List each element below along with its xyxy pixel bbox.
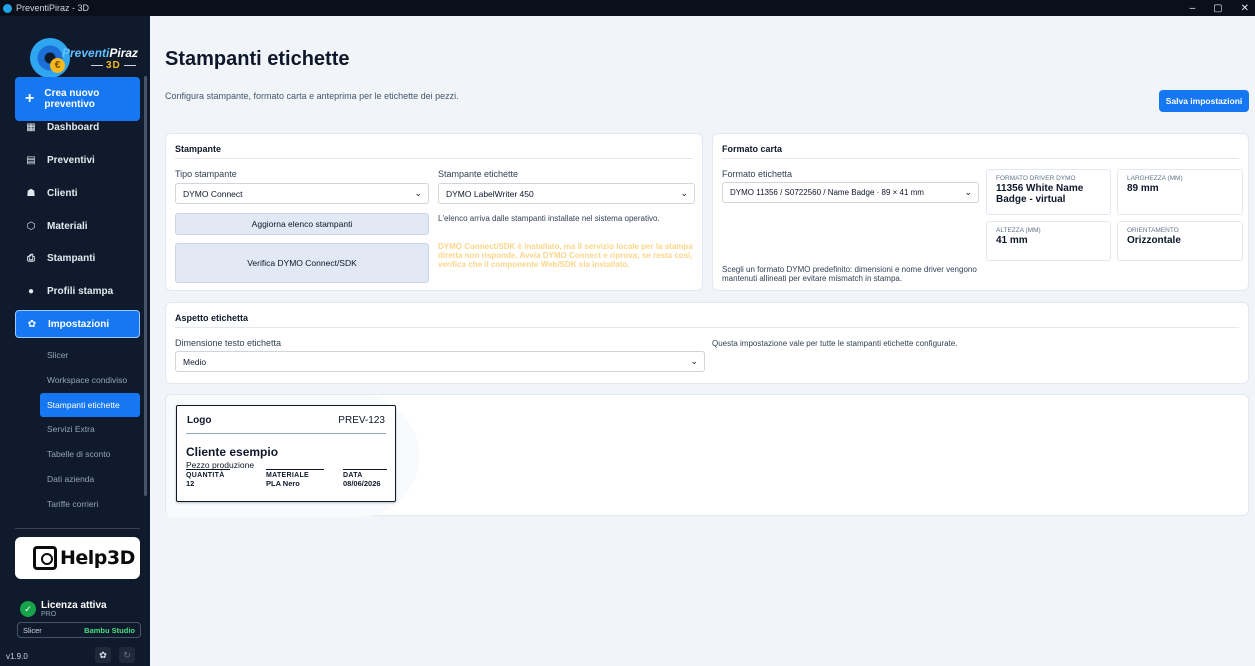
dashboard-icon: ▦ [26,121,36,133]
chevron-down-icon: ⌄ [414,188,422,198]
paper-format-card: Formato carta Formato etichetta DYMO 113… [712,133,1249,291]
sidebar-scrollbar[interactable] [144,76,147,496]
license-status: ✓ Licenza attiva PRO [20,596,145,622]
coin-icon: € [50,58,65,73]
label-format-label: Formato etichetta [722,169,793,179]
printer-card: Stampante Tipo stampante DYMO Connect ⌄ … [165,133,703,291]
window-title: PreventiPiraz - 3D [16,3,90,13]
settings-submenu: Slicer Workspace condiviso Stampanti eti… [40,343,140,517]
page-title: Stampanti etichette [165,48,350,70]
maximize-icon[interactable]: ▢ [1213,3,1222,14]
license-title: Licenza attiva [41,599,107,611]
label-appearance-card: Aspetto etichetta Dimensione testo etich… [165,302,1249,384]
preview-divider [186,433,386,434]
subitem-servizi-extra[interactable]: Servizi Extra [40,417,140,441]
paper-card-title: Formato carta [722,144,783,154]
help3d-button[interactable]: Help3D [15,537,140,579]
version-label: v1.9.0 [6,652,28,661]
subitem-tariffe-corrieri[interactable]: Tariffe corrieri [40,492,140,516]
preview-logo: Logo [187,415,212,426]
preview-date: DATA 08/06/2026 [343,469,387,488]
refresh-icon[interactable]: ↻ [119,647,135,663]
text-size-label: Dimensione testo etichetta [175,338,282,348]
chevron-down-icon: ⌄ [964,187,972,197]
sidebar-item-dashboard[interactable]: ▦ Dashboard [15,113,140,141]
subitem-slicer[interactable]: Slicer [40,343,140,367]
document-icon: ▤ [26,154,36,166]
sidebar-item-stampanti[interactable]: ⎙ Stampanti [15,244,140,272]
card-divider [175,158,693,159]
subitem-tabelle-sconto[interactable]: Tabelle di sconto [40,442,140,466]
subitem-workspace[interactable]: Workspace condiviso [40,368,140,392]
text-size-select[interactable]: Medio ⌄ [175,351,705,372]
printer-type-label: Tipo stampante [175,169,237,179]
save-settings-button[interactable]: Salva impostazioni [1159,90,1249,112]
slicer-indicator: Slicer Bambu Studio [17,622,141,638]
subitem-dati-azienda[interactable]: Dati azienda [40,467,140,491]
preview-material: MATERIALE PLA Nero [266,469,324,488]
preview-qty: QUANTITÀ 12 [186,469,230,488]
license-tier: PRO [41,610,57,618]
appearance-note: Questa impostazione vale per tutte le st… [712,339,958,348]
appearance-card-title: Aspetto etichetta [175,313,249,323]
app-icon [3,3,12,13]
sidebar-item-impostazioni[interactable]: ✿ Impostazioni [15,310,140,338]
sidebar-item-profili-stampa[interactable]: ● Profili stampa [15,277,140,305]
close-icon[interactable]: ✕ [1241,3,1249,14]
app-logo: € PreventiPiraz 3D [30,34,140,82]
shield-icon: ✓ [20,601,36,617]
brand-suffix: 3D [88,60,139,71]
chevron-down-icon: ⌄ [690,356,698,366]
orientation-info: Orientamento Orizzontale [1117,221,1243,261]
sidebar-item-preventivi[interactable]: ▤ Preventivi [15,146,140,174]
users-icon: ☗ [26,187,36,199]
settings-gear-button[interactable]: ✿ [95,647,111,663]
sidebar-divider [15,528,140,529]
card-divider [722,158,1239,159]
sidebar-item-materiali[interactable]: ⬡ Materiali [15,212,140,240]
dymo-warning: DYMO Connect/SDK è installato, ma il ser… [438,242,693,269]
page-subtitle: Configura stampante, formato carta e ant… [165,91,459,101]
printer-type-select[interactable]: DYMO Connect ⌄ [175,183,429,204]
width-info: Larghezza (mm) 89 mm [1117,169,1243,215]
chevron-down-icon: ⌄ [680,188,688,198]
card-divider [175,327,1239,328]
label-printer-select[interactable]: DYMO LabelWriter 450 ⌄ [438,183,695,204]
label-preview: Logo PREV-123 Cliente esempio Pezzo prod… [176,405,396,502]
driver-format-info: Formato driver DYMO 11356 White Name Bad… [986,169,1111,215]
sidebar-item-clienti[interactable]: ☗ Clienti [15,179,140,207]
printer-icon: ⎙ [27,252,35,264]
preview-code: PREV-123 [338,415,385,426]
minimize-icon[interactable]: – [1190,3,1196,14]
refresh-printers-button[interactable]: Aggiorna elenco stampanti [175,213,429,235]
cube-icon: ⬡ [26,220,36,232]
sidebar: € PreventiPiraz 3D + Crea nuovo preventi… [0,16,150,666]
printer-card-title: Stampante [175,144,222,154]
label-preview-card: Logo PREV-123 Cliente esempio Pezzo prod… [165,394,1249,517]
plus-icon: + [25,90,35,107]
label-printer-label: Stampante etichette [438,169,519,179]
help-box-icon [33,546,57,570]
refresh-note: L'elenco arriva dalle stampanti installa… [438,214,660,223]
subitem-stampanti-etichette[interactable]: Stampanti etichette [40,392,140,417]
label-format-select[interactable]: DYMO 11356 / S0722560 / Name Badge · 89 … [722,182,979,203]
height-info: Altezza (mm) 41 mm [986,221,1111,261]
brand-name: PreventiPiraz [62,46,139,60]
paper-format-note: Scegli un formato DYMO predefinito: dime… [722,265,977,283]
window-controls: – ▢ ✕ [1190,0,1249,16]
window-titlebar: PreventiPiraz - 3D – ▢ ✕ [0,0,1255,16]
preview-client: Cliente esempio [186,445,279,459]
user-icon: ● [27,285,35,297]
verify-dymo-button[interactable]: Verifica DYMO Connect/SDK [175,243,429,283]
gear-icon: ✿ [27,318,37,330]
